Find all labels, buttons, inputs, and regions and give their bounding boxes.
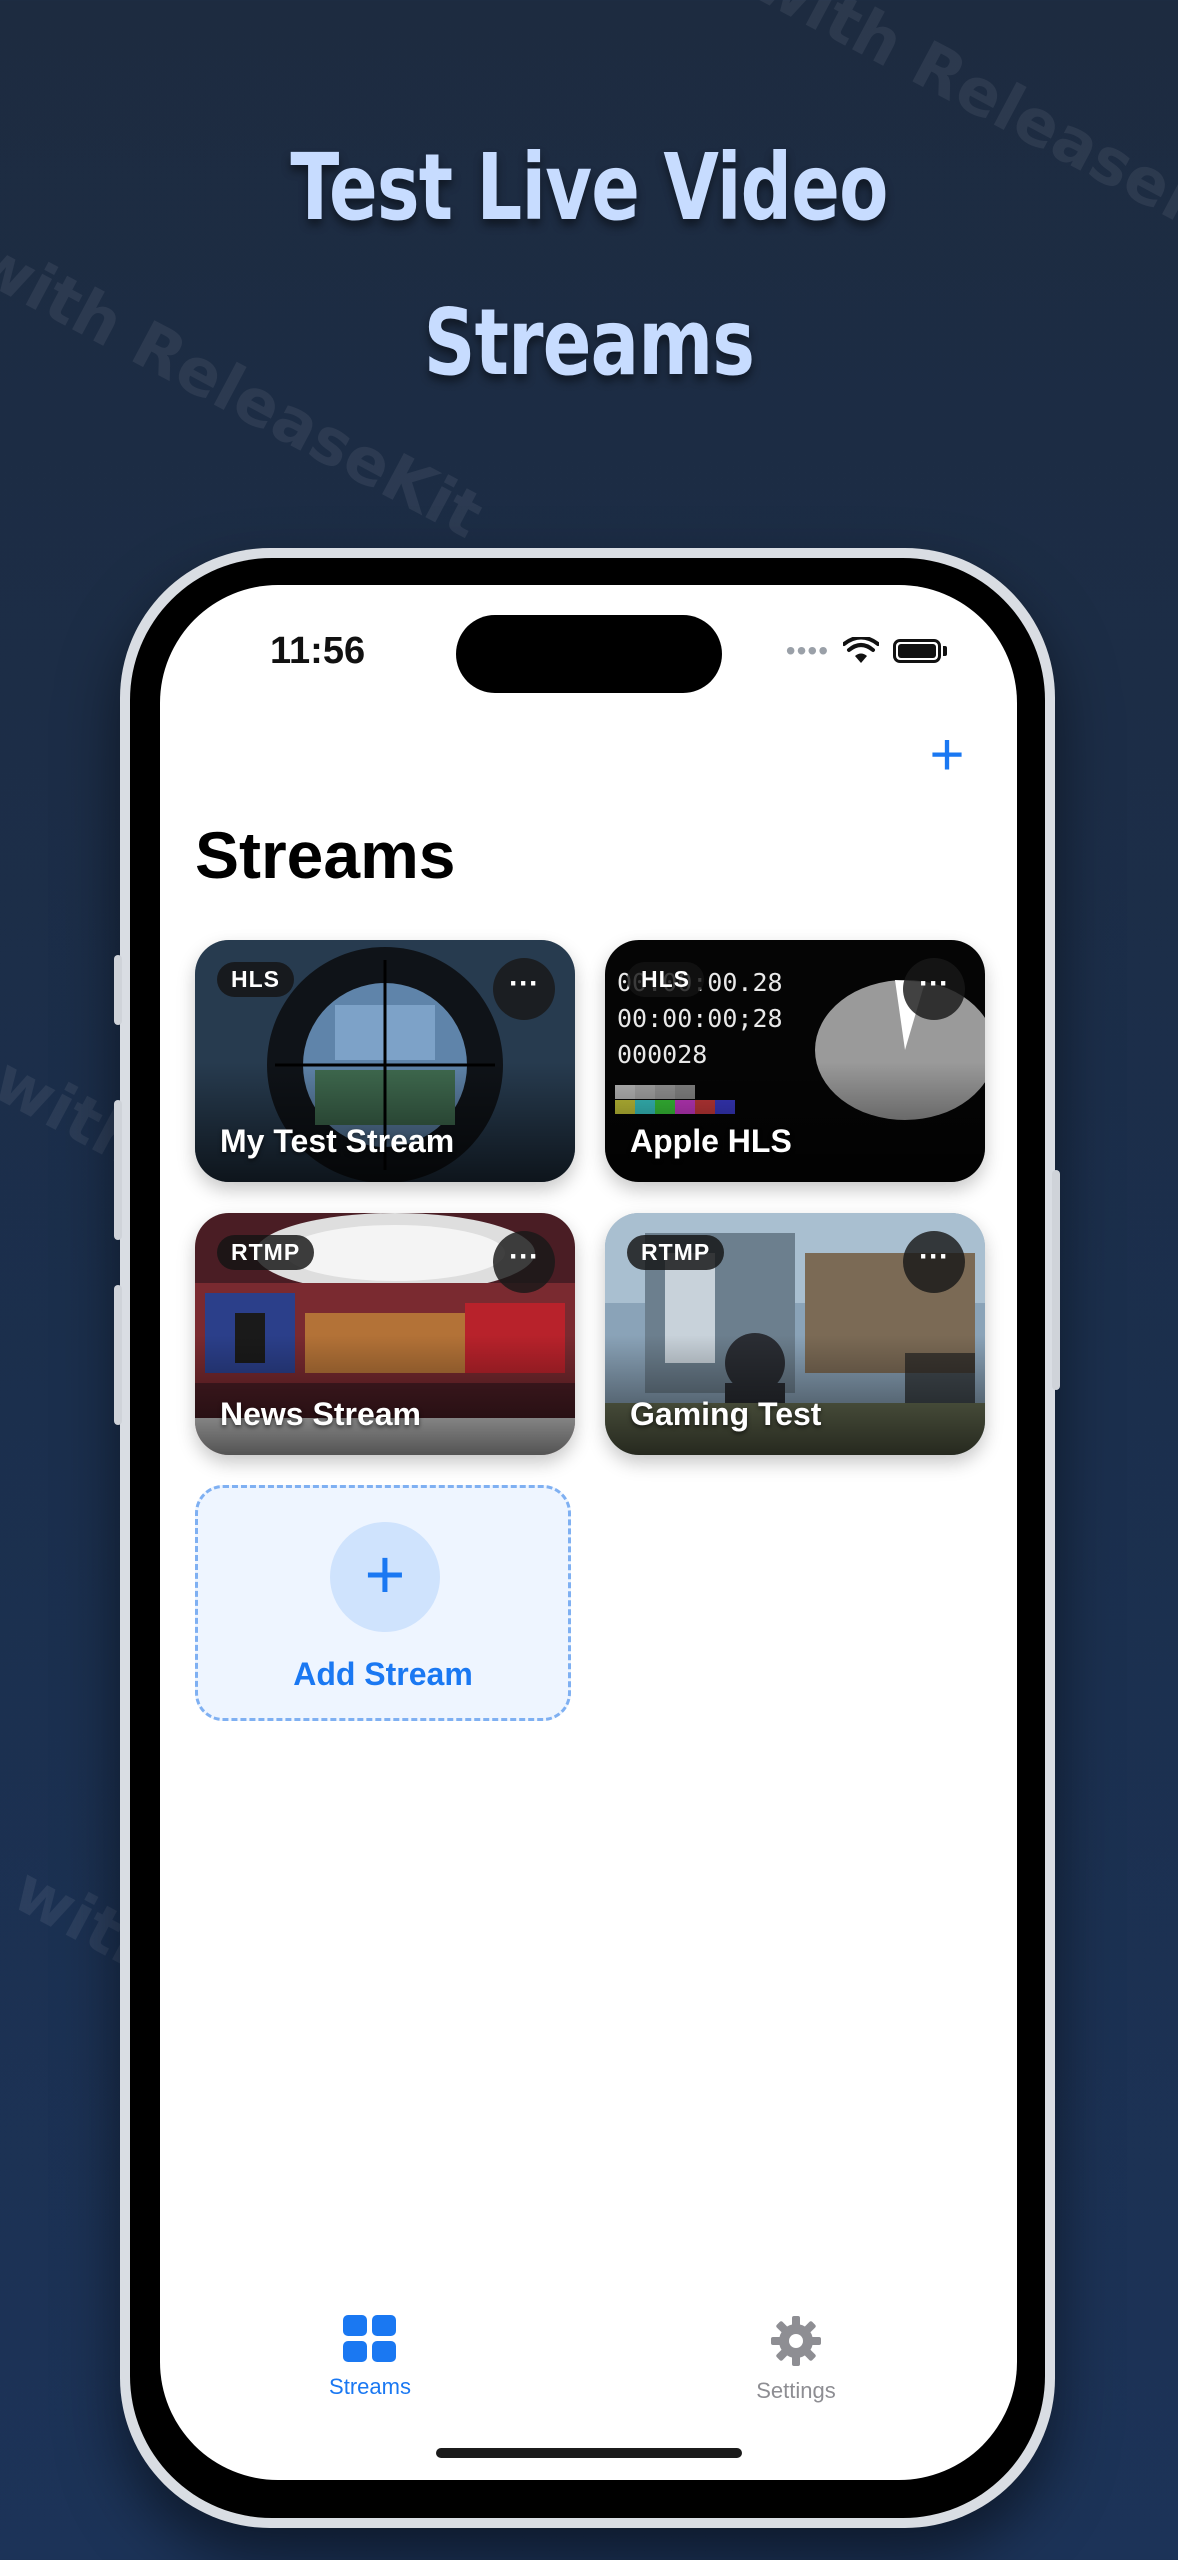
stream-title: My Test Stream — [220, 1123, 455, 1159]
stream-title: Apple HLS — [630, 1123, 792, 1159]
title-gradient — [605, 1062, 985, 1182]
side-button — [114, 955, 122, 1025]
tab-label: Streams — [329, 2374, 411, 2399]
status-icons: •••• — [786, 635, 947, 667]
protocol-badge: HLS — [627, 962, 704, 997]
stream-title: News Stream — [220, 1396, 421, 1432]
promo-headline-line1: Test Live Video — [290, 134, 888, 241]
grid-icon — [343, 2315, 396, 2362]
app-screen: 11:56 •••• + Streams HLS ··· My Test Str… — [160, 585, 1017, 2480]
home-indicator[interactable] — [436, 2448, 742, 2458]
add-stream-label: Add Stream — [293, 1656, 473, 1692]
tab-label: Settings — [756, 2378, 836, 2403]
title-gradient — [605, 1335, 985, 1455]
add-stream-card[interactable]: + Add Stream — [195, 1485, 571, 1721]
tab-streams[interactable]: Streams — [290, 2315, 450, 2400]
page-title: Streams — [195, 818, 456, 892]
battery-cap — [943, 646, 947, 656]
tab-settings[interactable]: Settings — [716, 2315, 876, 2404]
side-button — [1052, 1170, 1060, 1390]
ellipsis-icon[interactable]: ··· — [493, 958, 555, 1020]
stream-card[interactable]: RTMP ··· Gaming Test — [605, 1213, 985, 1455]
stream-title: Gaming Test — [630, 1396, 822, 1432]
signal-dots-icon: •••• — [785, 635, 829, 666]
title-gradient — [195, 1062, 575, 1182]
add-stream-nav-button[interactable]: + — [917, 725, 977, 785]
status-time: 11:56 — [270, 630, 366, 672]
ellipsis-icon[interactable]: ··· — [493, 1231, 555, 1293]
title-gradient — [195, 1335, 575, 1455]
wifi-icon — [843, 637, 879, 663]
plus-icon: + — [330, 1522, 440, 1632]
protocol-badge: RTMP — [627, 1235, 725, 1270]
promo-headline-line2: Streams — [423, 289, 755, 396]
ellipsis-icon[interactable]: ··· — [903, 1231, 965, 1293]
protocol-badge: RTMP — [217, 1235, 315, 1270]
side-button — [114, 1100, 122, 1240]
promo-headline: Test Live Video Streams — [130, 110, 1049, 420]
timecode-line: 00:00:00;28 — [617, 1004, 783, 1033]
ellipsis-icon[interactable]: ··· — [903, 958, 965, 1020]
protocol-badge: HLS — [217, 962, 294, 997]
dynamic-island — [456, 615, 722, 693]
stream-card[interactable]: RTMP ··· News Stream — [195, 1213, 575, 1455]
gear-icon — [771, 2316, 821, 2366]
battery-icon — [893, 639, 941, 663]
stream-card[interactable]: 00:00:00.28 00:00:00;28 000028 HLS ··· A… — [605, 940, 985, 1182]
side-button — [114, 1285, 122, 1425]
stream-card[interactable]: HLS ··· My Test Stream — [195, 940, 575, 1182]
